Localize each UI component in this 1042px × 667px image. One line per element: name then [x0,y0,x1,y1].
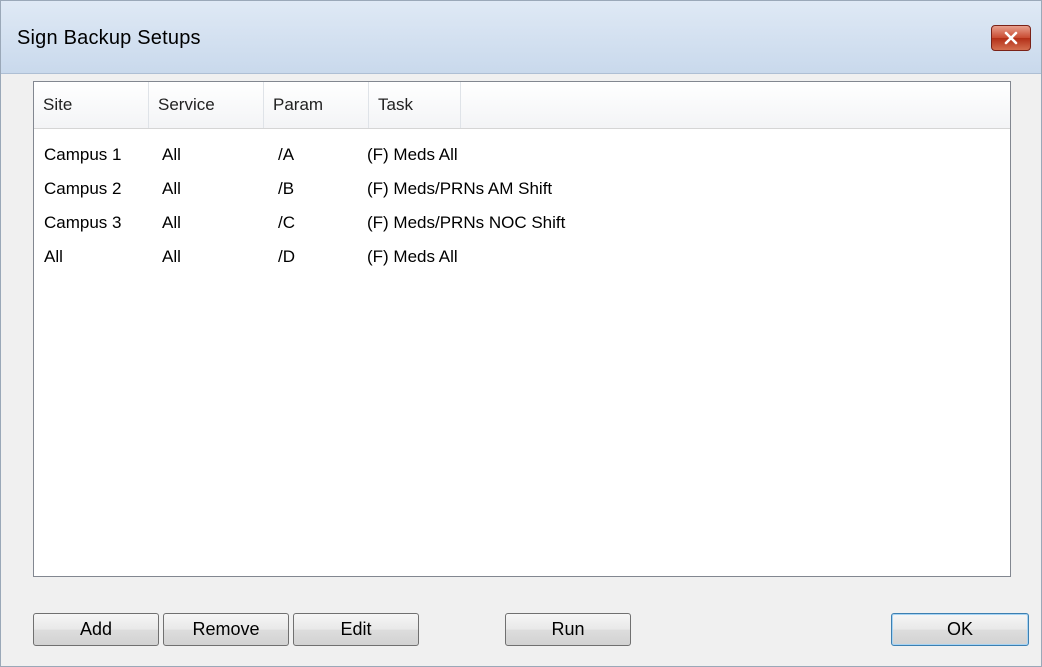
cell-service: All [162,179,181,198]
cell-task: (F) Meds/PRNs AM Shift [367,179,553,198]
cell-task: (F) Meds/PRNs NOC Shift [367,213,566,232]
table-row[interactable]: Campus 3 All /C (F) Meds/PRNs NOC Shift [34,206,1010,240]
cell-service: All [162,213,181,232]
cell-param: /A [278,145,295,164]
add-button[interactable]: Add [33,613,159,646]
table-row[interactable]: Campus 1 All /A (F) Meds All [34,138,1010,172]
column-header-task[interactable]: Task [369,82,461,128]
column-header-service[interactable]: Service [149,82,264,128]
cell-param: /D [278,247,295,266]
cell-param: /B [278,179,295,198]
ok-button[interactable]: OK [891,613,1029,646]
run-button[interactable]: Run [505,613,631,646]
cell-task: (F) Meds All [367,145,458,164]
remove-button[interactable]: Remove [163,613,289,646]
cell-site: Campus 1 [44,145,122,164]
close-icon [1004,31,1018,45]
cell-site: Campus 2 [44,179,122,198]
title-bar[interactable]: Sign Backup Setups [1,1,1041,74]
cell-site: Campus 3 [44,213,122,232]
cell-service: All [162,145,181,164]
cell-param: /C [278,213,295,232]
dialog-window: Sign Backup Setups Site Service Param Ta… [0,0,1042,667]
list-header: Site Service Param Task [34,82,1010,129]
close-button[interactable] [991,25,1031,51]
column-header-site[interactable]: Site [34,82,149,128]
setups-list[interactable]: Site Service Param Task Campus 1 All /A … [33,81,1011,577]
cell-task: (F) Meds All [367,247,458,266]
table-row[interactable]: Campus 2 All /B (F) Meds/PRNs AM Shift [34,172,1010,206]
table-row[interactable]: All All /D (F) Meds All [34,240,1010,274]
cell-service: All [162,247,181,266]
column-header-param[interactable]: Param [264,82,369,128]
window-title: Sign Backup Setups [17,27,201,49]
cell-site: All [44,247,63,266]
edit-button[interactable]: Edit [293,613,419,646]
